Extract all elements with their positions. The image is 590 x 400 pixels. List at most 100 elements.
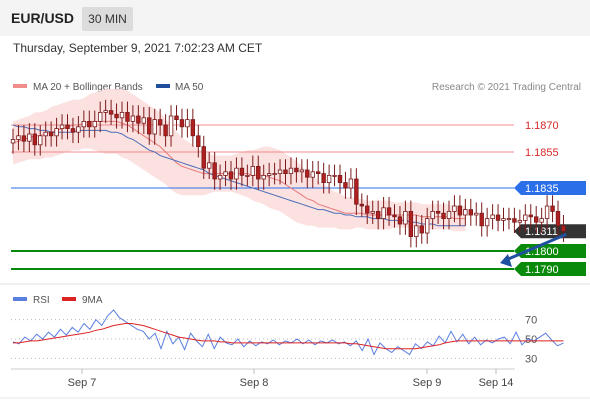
- candle: [495, 204, 501, 232]
- candle-body: [223, 171, 228, 176]
- candle: [332, 164, 337, 187]
- candle-body: [430, 210, 435, 219]
- candle-body: [359, 203, 364, 207]
- candle-body: [544, 205, 550, 220]
- chart-widget: EUR/USD 30 MIN Thursday, September 9, 20…: [0, 0, 590, 400]
- candle-body: [125, 112, 130, 122]
- candle-body: [424, 218, 430, 234]
- candle-body: [266, 173, 272, 176]
- candle: [484, 207, 490, 237]
- candle-body: [463, 209, 468, 216]
- candle-body: [468, 209, 473, 216]
- candle-body: [495, 214, 501, 221]
- legend-swatch-rsi: [13, 297, 27, 301]
- candle-body: [397, 216, 403, 225]
- level-label-1.1835: 1.1835: [525, 183, 559, 195]
- candle: [506, 207, 512, 230]
- candle-body: [59, 124, 65, 129]
- candle-body: [348, 178, 354, 189]
- candle: [479, 202, 484, 237]
- candle-body: [392, 214, 397, 218]
- candle-body: [474, 212, 479, 216]
- candle-body: [157, 119, 163, 126]
- candle-body: [534, 216, 539, 223]
- candle-body: [70, 128, 76, 133]
- candle-body: [98, 112, 103, 122]
- candle: [348, 168, 354, 199]
- candle-body: [114, 113, 119, 119]
- candle-body: [43, 131, 48, 137]
- rsi-tick-label: 70: [525, 315, 537, 327]
- candle-body: [523, 214, 528, 221]
- candle-body: [152, 119, 157, 135]
- price-chart: MA 20 + Bollinger Bands MA 50 Research ©…: [0, 82, 590, 399]
- candle-body: [490, 214, 495, 219]
- legend-ma50-label: MA 50: [175, 82, 204, 93]
- candle-body: [147, 117, 152, 135]
- candle: [474, 202, 479, 226]
- candle-body: [294, 167, 299, 173]
- legend-9ma-label: 9MA: [82, 295, 103, 306]
- bollinger-band-area: [13, 89, 466, 232]
- candle-body: [228, 171, 234, 180]
- candle-body: [550, 205, 555, 212]
- candle-body: [38, 135, 43, 146]
- level-label-1.1800: 1.1800: [525, 246, 559, 258]
- legend-rsi-label: RSI: [33, 295, 50, 306]
- candle-body: [32, 133, 37, 146]
- candle-body: [326, 174, 332, 183]
- candle: [337, 164, 343, 194]
- candle-body: [141, 117, 146, 124]
- legend-swatch-9ma: [62, 297, 76, 301]
- level-label-1.1790: 1.1790: [525, 264, 559, 276]
- candle: [174, 105, 179, 131]
- candle-body: [92, 121, 97, 128]
- candle-body: [435, 210, 441, 214]
- candle-body: [555, 210, 561, 227]
- candle-body: [457, 205, 463, 216]
- candle-body: [272, 173, 277, 176]
- candle-body: [517, 219, 523, 223]
- candle-body: [484, 218, 490, 227]
- candle-body: [190, 119, 196, 137]
- candle-body: [261, 174, 266, 180]
- candle-body: [119, 112, 125, 119]
- candle-body: [185, 119, 190, 128]
- candle-body: [386, 207, 392, 216]
- candle-body: [65, 124, 70, 129]
- candle-body: [337, 174, 343, 183]
- candle-body: [403, 210, 408, 225]
- candle-body: [354, 178, 359, 205]
- candle-body: [136, 115, 141, 124]
- candle-body: [419, 225, 424, 234]
- rsi-series-rsi: [12, 309, 564, 356]
- level-label-1.1855: 1.1855: [525, 147, 559, 159]
- candle: [550, 195, 555, 223]
- candle-body: [16, 135, 21, 140]
- candle-body: [217, 174, 223, 180]
- candle-body: [206, 162, 212, 169]
- candle-body: [212, 162, 217, 180]
- candle-body: [506, 218, 512, 221]
- candle-body: [315, 171, 321, 175]
- candle-body: [539, 218, 544, 223]
- candle-body: [370, 210, 375, 214]
- candle-body: [87, 121, 92, 128]
- candle-body: [305, 169, 310, 178]
- candle-body: [528, 214, 533, 218]
- copyright-note: Research © 2021 Trading Central: [432, 82, 581, 93]
- candle-body: [130, 115, 136, 122]
- candle-body: [103, 110, 108, 113]
- candle-body: [381, 207, 386, 220]
- candle-body: [108, 110, 114, 115]
- candle-body: [81, 121, 87, 128]
- candle-body: [446, 210, 452, 219]
- x-axis-ticks: Sep 7 Sep 8 Sep 9 Sep 14: [68, 369, 514, 389]
- candle-body: [277, 169, 283, 174]
- candle-body: [21, 135, 27, 142]
- x-tick-label: Sep 14: [479, 377, 514, 389]
- candle-body: [561, 225, 566, 232]
- candle-body: [512, 218, 517, 223]
- rsi-lines: [12, 309, 564, 356]
- candle-body: [299, 169, 305, 173]
